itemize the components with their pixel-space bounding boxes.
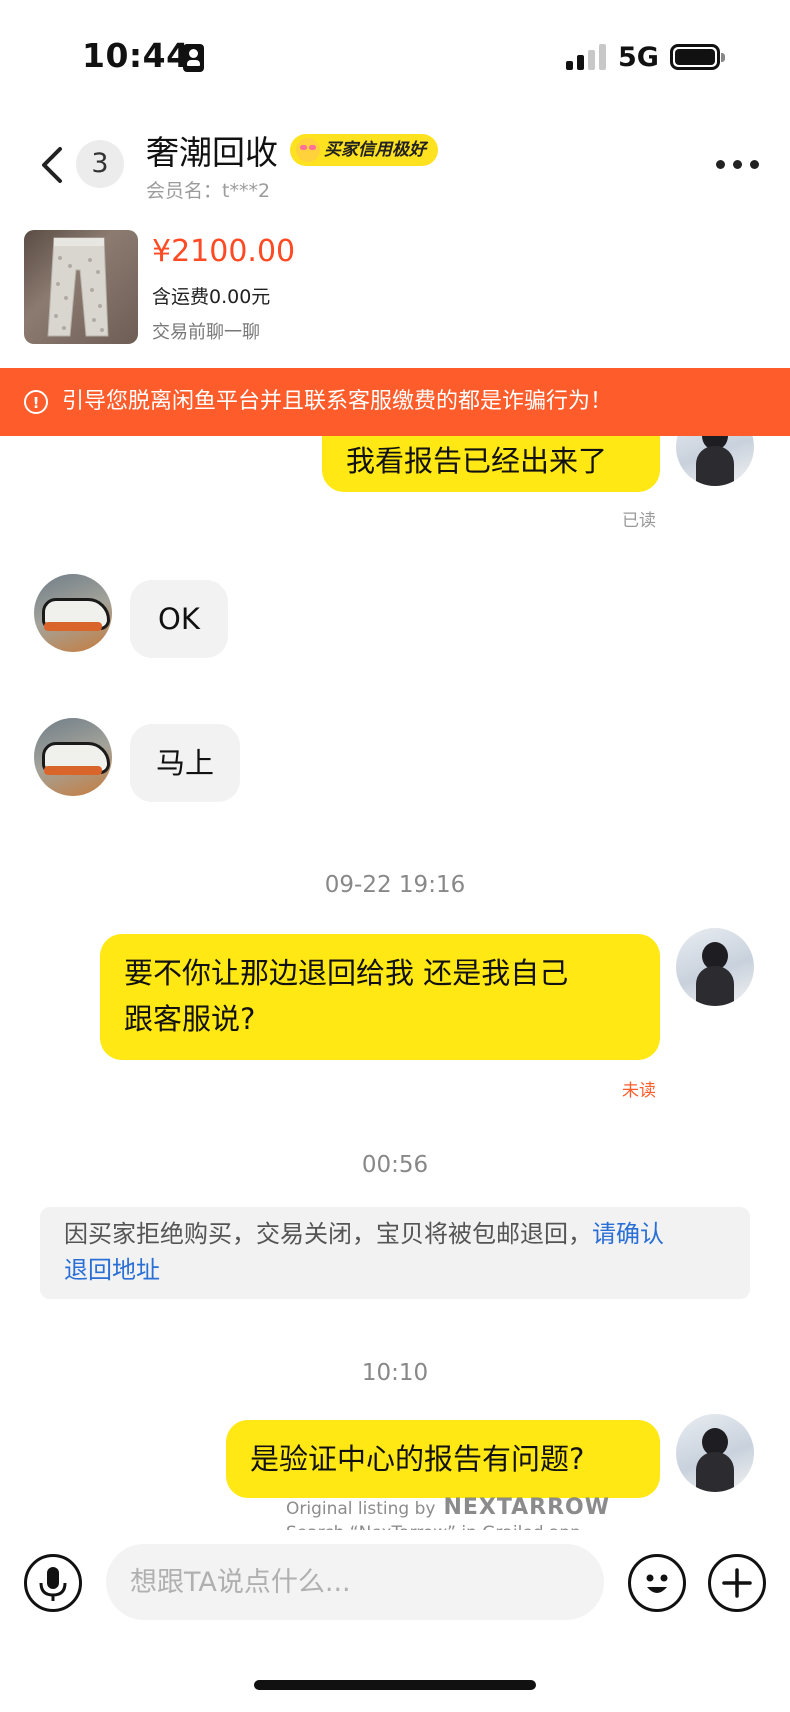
voice-button[interactable] <box>24 1554 82 1612</box>
message-timestamp: 00:56 <box>361 1152 429 1178</box>
message-text: 我看报告已经出来了 <box>346 444 608 478</box>
more-actions-button[interactable] <box>708 1554 766 1612</box>
chat-message-list[interactable]: 我看报告已经出来了 已读 OK 马上 09-22 19:16 要不你让那边退回给… <box>0 436 790 1516</box>
my-avatar[interactable] <box>676 928 754 1006</box>
message-bubble-sent[interactable]: 我看报告已经出来了 <box>322 436 660 492</box>
system-notice: 因买家拒绝购买，交易关闭，宝贝将被包邮退回，请确认 退回地址 <box>40 1207 750 1299</box>
watermark-brand: NEXTARROW <box>443 1495 611 1520</box>
watermark-line1: Original listing by <box>286 1499 436 1519</box>
mic-icon <box>39 1567 67 1601</box>
plus-icon <box>722 1568 752 1598</box>
message-timestamp: 10:10 <box>361 1360 429 1386</box>
contact-card-icon <box>183 44 204 72</box>
message-text: 是验证中心的报告有问题? <box>250 1442 585 1476</box>
sunglasses-emoji-icon <box>296 138 320 162</box>
message-input-bar <box>0 1530 790 1640</box>
home-indicator[interactable] <box>254 1680 536 1690</box>
message-bubble-received[interactable]: 马上 <box>130 724 241 802</box>
confirm-return-address-link[interactable]: 退回地址 <box>64 1256 160 1284</box>
credit-badge-label: 买家信用极好 <box>324 140 426 160</box>
product-hint: 交易前聊一聊 <box>152 322 260 343</box>
my-avatar[interactable] <box>676 436 754 486</box>
chat-title: 奢潮回收 <box>146 133 278 172</box>
message-bubble-sent[interactable]: 要不你让那边退回给我 还是我自己 跟客服说? <box>100 934 660 1060</box>
message-text-line: 跟客服说? <box>124 1002 256 1036</box>
fraud-warning-banner: 引导您脱离闲鱼平台并且联系客服缴费的都是诈骗行为！ <box>0 368 790 437</box>
message-bubble-received[interactable]: OK <box>130 580 228 658</box>
emoji-button[interactable] <box>628 1554 686 1612</box>
member-name: 会员名：t***2 <box>146 180 271 202</box>
back-icon[interactable] <box>36 145 68 185</box>
seller-avatar[interactable] <box>34 574 112 652</box>
message-text: 马上 <box>156 746 215 780</box>
credit-badge: 买家信用极好 <box>290 134 438 166</box>
product-shipping: 含运费0.00元 <box>152 286 271 308</box>
status-time: 10:44 <box>82 36 190 75</box>
my-avatar[interactable] <box>676 1414 754 1492</box>
emoji-icon <box>646 1574 668 1593</box>
product-thumbnail[interactable] <box>24 230 138 344</box>
battery-icon <box>670 44 725 70</box>
message-bubble-sent[interactable]: 是验证中心的报告有问题? <box>226 1420 660 1498</box>
unread-status: 未读 <box>622 1081 656 1101</box>
message-input[interactable] <box>106 1544 604 1620</box>
system-notice-text: 因买家拒绝购买，交易关闭，宝贝将被包邮退回， <box>64 1220 592 1248</box>
unread-count-badge[interactable]: 3 <box>76 140 124 188</box>
more-icon[interactable] <box>716 160 760 170</box>
message-text: OK <box>158 602 200 636</box>
seller-avatar[interactable] <box>34 718 112 796</box>
read-status: 已读 <box>622 511 656 531</box>
confirm-return-address-link[interactable]: 请确认 <box>592 1220 664 1248</box>
status-bar: 10:44 5G <box>0 0 790 120</box>
network-type: 5G <box>618 42 659 73</box>
signal-icon <box>566 44 606 70</box>
product-price: ¥2100.00 <box>152 234 296 269</box>
message-timestamp: 09-22 19:16 <box>324 872 466 898</box>
message-text-line: 要不你让那边退回给我 还是我自己 <box>124 956 569 990</box>
warning-icon <box>24 369 48 437</box>
warning-text: 引导您脱离闲鱼平台并且联系客服缴费的都是诈骗行为！ <box>62 389 613 414</box>
